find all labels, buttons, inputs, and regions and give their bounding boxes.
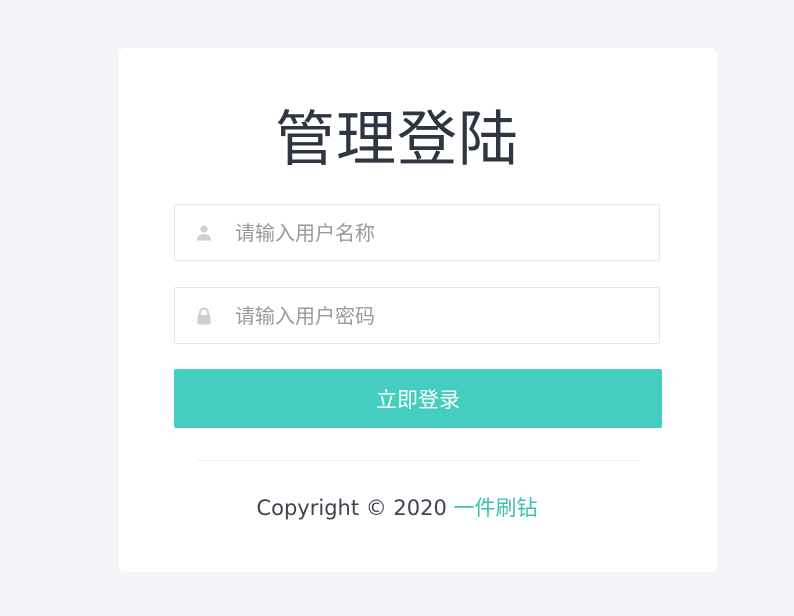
page-title: 管理登陆 — [275, 105, 519, 175]
login-button[interactable]: 立即登录 — [174, 369, 662, 428]
brand-link[interactable]: 一件刷钻 — [454, 496, 538, 520]
username-field[interactable] — [174, 204, 660, 261]
user-icon — [197, 225, 211, 241]
password-field[interactable] — [174, 287, 660, 344]
divider — [197, 460, 639, 461]
lock-icon — [197, 307, 211, 325]
username-input[interactable] — [235, 205, 645, 260]
password-input[interactable] — [235, 288, 645, 343]
copyright-text: Copyright © 2020 — [256, 496, 447, 520]
copyright-footer: Copyright © 2020 一件刷钻 — [0, 493, 794, 523]
